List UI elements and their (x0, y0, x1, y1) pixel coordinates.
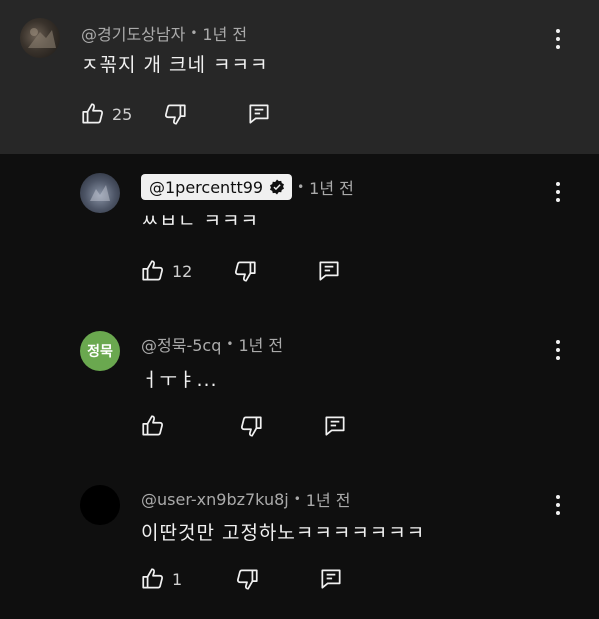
like-button[interactable]: 1 (140, 566, 182, 592)
comment-reply-icon (249, 104, 269, 124)
comment-text: ㅓㅜㅑ... (141, 369, 218, 391)
highlighted-comment: @경기도상남자 • 1년 전 ㅈ꼮지 개 크네 ㅋㅋㅋ 25 (0, 0, 599, 154)
more-options-button[interactable] (553, 182, 563, 208)
like-button[interactable]: 12 (140, 258, 192, 284)
like-count: 1 (172, 569, 183, 589)
thumbs-up-icon (82, 103, 104, 124)
like-button[interactable]: 25 (80, 101, 132, 127)
like-count: 25 (112, 104, 133, 124)
reply-button[interactable] (318, 566, 344, 592)
dislike-button[interactable] (234, 566, 260, 592)
comment-meta: @1percentt99 • 1년 전 (141, 174, 354, 200)
dislike-button[interactable] (232, 258, 258, 284)
comment-time[interactable]: 1년 전 (309, 175, 354, 199)
thumbs-down-icon (240, 416, 262, 437)
more-options-button[interactable] (553, 495, 563, 521)
avatar[interactable]: 정묵 (80, 331, 120, 371)
creator-handle-chip[interactable]: @1percentt99 (141, 174, 293, 200)
avatar-photo (90, 185, 110, 201)
avatar-photo (28, 28, 56, 48)
comment-reply-icon (321, 569, 341, 589)
dislike-button[interactable] (238, 413, 264, 439)
thumbs-down-icon (165, 104, 186, 125)
separator: • (226, 337, 234, 351)
reply-button[interactable] (246, 101, 272, 127)
more-options-button[interactable] (553, 29, 563, 55)
avatar-initials: 정묵 (87, 344, 113, 360)
comment-actions: 1 (140, 566, 344, 592)
separator: • (297, 180, 305, 194)
avatar[interactable] (80, 173, 120, 213)
avatar[interactable] (80, 485, 120, 525)
comment-reply-icon (325, 416, 345, 436)
comment-text: ㅆㅂㄴ ㅋㅋㅋ (141, 210, 259, 232)
reply-comment: @user-xn9bz7ku8j • 1년 전 이딴것만 고정하노ㅋㅋㅋㅋㅋㅋㅋ… (0, 466, 599, 619)
comment-meta: @정묵-5cq • 1년 전 (141, 332, 283, 356)
like-count: 12 (172, 261, 193, 281)
reply-button[interactable] (316, 258, 342, 284)
verified-check-icon (270, 179, 285, 195)
comment-reply-icon (319, 261, 339, 281)
comment-author[interactable]: @user-xn9bz7ku8j (141, 490, 289, 509)
comment-time[interactable]: 1년 전 (238, 332, 283, 356)
thumbs-up-icon (142, 415, 164, 436)
comment-text: 이딴것만 고정하노ㅋㅋㅋㅋㅋㅋㅋ (141, 522, 426, 544)
thumbs-down-icon (235, 261, 256, 282)
separator: • (293, 492, 301, 506)
comment-meta: @user-xn9bz7ku8j • 1년 전 (141, 487, 351, 511)
comment-actions (140, 413, 348, 439)
comment-actions: 25 (80, 101, 272, 127)
separator: • (190, 26, 198, 40)
comment-author[interactable]: @경기도상남자 (81, 21, 185, 45)
reply-comment: 정묵 @정묵-5cq • 1년 전 ㅓㅜㅑ... (0, 310, 599, 466)
dislike-button[interactable] (162, 101, 188, 127)
comment-actions: 12 (140, 258, 342, 284)
more-options-button[interactable] (553, 340, 563, 366)
thumbs-up-icon (142, 260, 164, 281)
reply-button[interactable] (322, 413, 348, 439)
comment-author: @1percentt99 (149, 177, 264, 197)
reply-comment: @1percentt99 • 1년 전 ㅆㅂㄴ ㅋㅋㅋ 12 (0, 154, 599, 310)
like-button[interactable] (140, 413, 172, 439)
avatar[interactable] (20, 18, 60, 58)
comment-text: ㅈ꼮지 개 크네 ㅋㅋㅋ (81, 54, 269, 76)
thumbs-down-icon (237, 569, 258, 590)
comment-time[interactable]: 1년 전 (202, 21, 247, 45)
comment-meta: @경기도상남자 • 1년 전 (81, 21, 247, 45)
thumbs-up-icon (142, 568, 164, 589)
comment-time[interactable]: 1년 전 (306, 487, 351, 511)
comment-author[interactable]: @정묵-5cq (141, 332, 221, 356)
